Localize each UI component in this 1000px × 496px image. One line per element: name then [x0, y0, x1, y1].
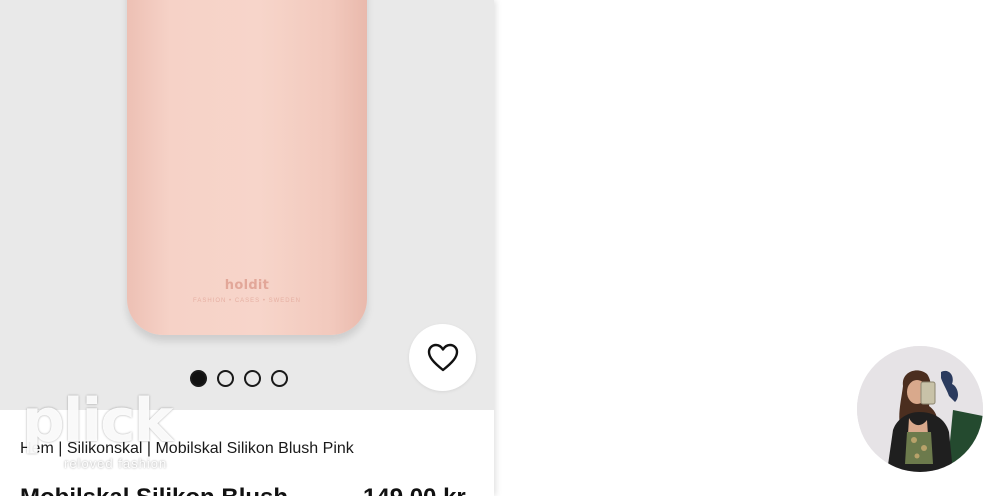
product-panel: holdit FASHION • CASES • SWEDEN Hem | Si…: [0, 0, 494, 496]
product-title: Mobilskal Silikon Blush: [20, 484, 288, 496]
case-brand-logo: holdit: [224, 278, 270, 293]
case-brand-tagline: FASHION • CASES • SWEDEN: [193, 298, 301, 304]
product-image-gallery[interactable]: holdit FASHION • CASES • SWEDEN: [0, 0, 494, 410]
favorite-button[interactable]: [409, 324, 476, 391]
watermark-subtext: reloved fashion: [64, 456, 168, 471]
gallery-pagination: [190, 370, 288, 387]
gallery-dot-3[interactable]: [244, 370, 261, 387]
breadcrumb[interactable]: Hem | Silikonskal | Mobilskal Silikon Bl…: [20, 440, 354, 458]
avatar-photo: [857, 346, 983, 472]
heart-outline-icon: [427, 343, 458, 371]
product-price: 149,00 kr: [363, 484, 466, 496]
gallery-dot-4[interactable]: [271, 370, 288, 387]
gallery-dot-2[interactable]: [217, 370, 234, 387]
user-avatar[interactable]: [857, 346, 983, 472]
gallery-dot-1[interactable]: [190, 370, 207, 387]
product-image-phone-case: holdit FASHION • CASES • SWEDEN: [127, 0, 367, 335]
